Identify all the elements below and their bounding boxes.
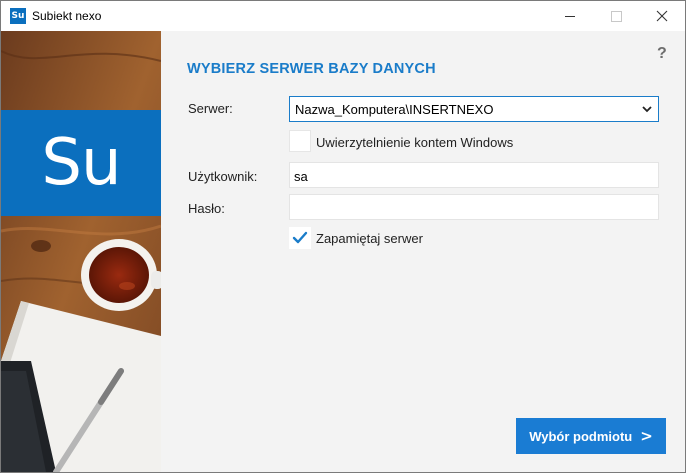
server-select[interactable]: Nazwa_Komputera\INSERTNEXO [289, 96, 659, 122]
app-window: Su Subiekt nexo Su ? WYBIERZ SERWER BAZY… [0, 0, 686, 473]
password-label: Hasło: [188, 201, 225, 216]
sidebar-logo-text: Su [41, 126, 121, 200]
sidebar-logo-tile: Su [1, 110, 161, 216]
minimize-icon [565, 15, 575, 17]
checkmark-icon [292, 231, 308, 244]
chevron-down-icon [642, 106, 652, 113]
windows-auth-checkbox[interactable] [289, 130, 311, 152]
help-button[interactable]: ? [657, 45, 667, 63]
login-form-panel: ? WYBIERZ SERWER BAZY DANYCH Serwer: Naz… [161, 31, 685, 472]
sidebar-photo: Su [1, 31, 161, 472]
user-field[interactable]: sa [289, 162, 659, 188]
page-title: WYBIERZ SERWER BAZY DANYCH [187, 61, 436, 77]
windows-auth-label: Uwierzytelnienie kontem Windows [316, 135, 514, 150]
maximize-icon [610, 10, 622, 22]
select-entity-button[interactable]: Wybór podmiotu > [516, 418, 666, 454]
minimize-button[interactable] [547, 1, 593, 31]
maximize-button[interactable] [593, 1, 639, 31]
window-title: Subiekt nexo [32, 9, 102, 23]
password-field[interactable] [289, 194, 659, 220]
title-bar[interactable]: Su Subiekt nexo [1, 1, 685, 31]
app-icon: Su [10, 8, 26, 24]
select-entity-button-label: Wybór podmiotu [529, 428, 633, 444]
close-button[interactable] [639, 1, 685, 31]
server-label: Serwer: [188, 101, 233, 116]
arrow-right-icon: > [640, 427, 653, 445]
user-label: Użytkownik: [188, 169, 258, 184]
user-field-value: sa [294, 169, 308, 184]
server-select-value: Nazwa_Komputera\INSERTNEXO [295, 102, 494, 117]
remember-server-checkbox[interactable] [289, 227, 311, 249]
desk-illustration [1, 31, 161, 472]
close-icon [656, 10, 668, 22]
remember-server-label: Zapamiętaj serwer [316, 231, 423, 246]
